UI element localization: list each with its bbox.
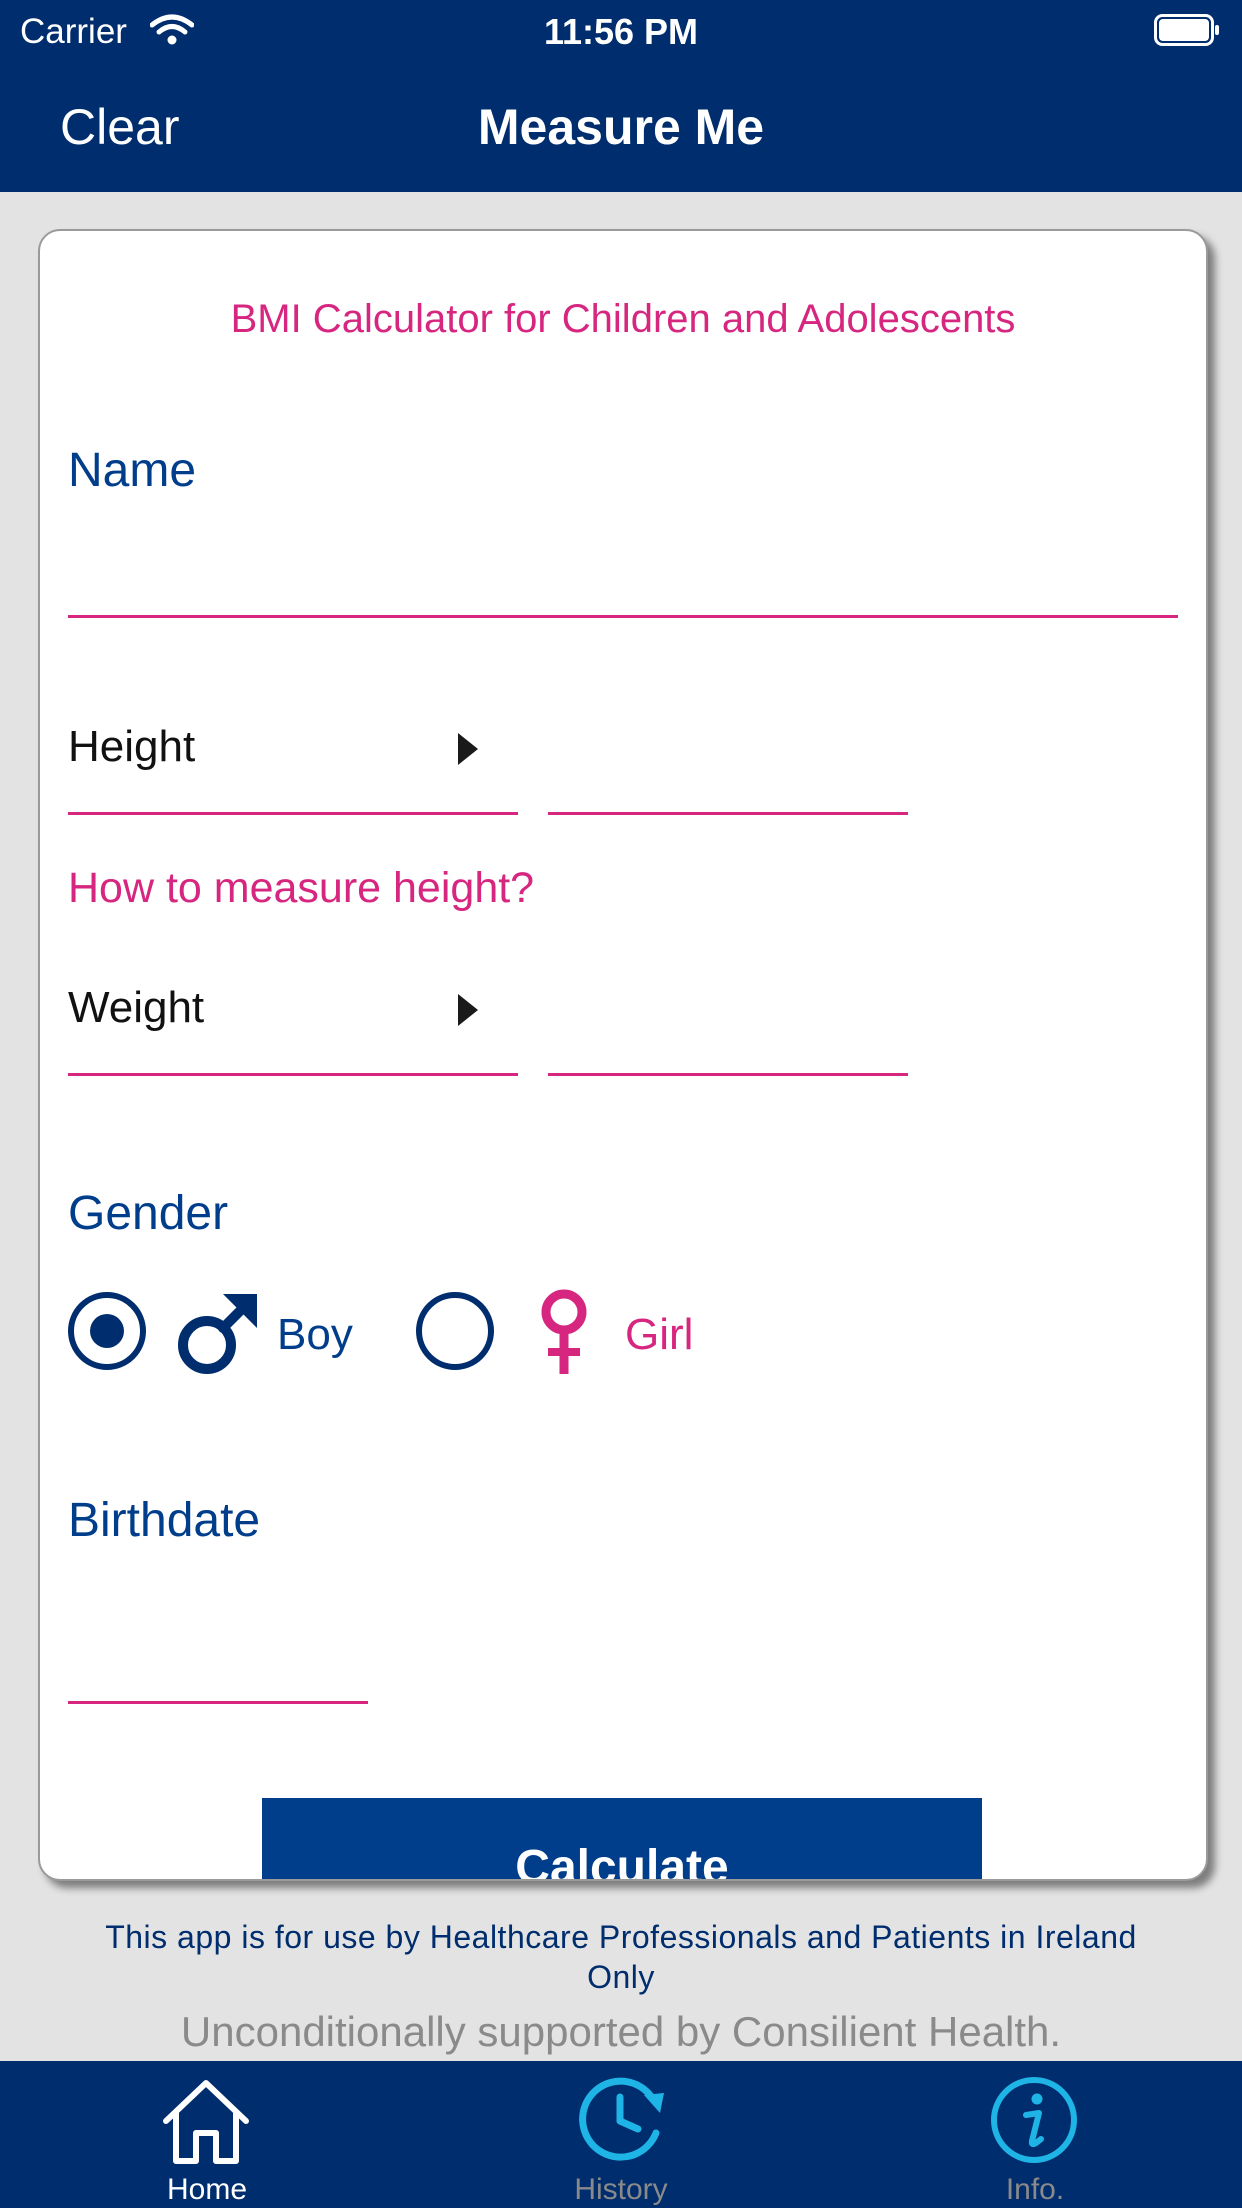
- tab-info-label: Info.: [1005, 2173, 1065, 2206]
- how-to-measure-height-link[interactable]: How to measure height?: [68, 864, 534, 913]
- weight-value-underline: [548, 1073, 908, 1076]
- tab-history-label: History: [574, 2173, 668, 2206]
- calculate-button[interactable]: Calculate: [262, 1798, 982, 1879]
- female-symbol-icon: [541, 1289, 587, 1374]
- tab-home[interactable]: Home: [0, 2061, 414, 2208]
- triangle-right-icon: [458, 733, 478, 765]
- weight-unit-picker[interactable]: Weight: [40, 972, 520, 1052]
- boy-radio[interactable]: [68, 1292, 146, 1370]
- height-value-input[interactable]: [548, 721, 912, 803]
- gender-label: Gender: [68, 1187, 229, 1240]
- sponsor-text: Unconditionally supported by Consilient …: [180, 2008, 1062, 2055]
- height-unit-picker[interactable]: Height: [40, 711, 520, 791]
- tab-history[interactable]: History: [414, 2061, 828, 2208]
- triangle-right-icon: [458, 994, 478, 1026]
- weight-unit-underline: [68, 1073, 518, 1076]
- radio-selected-dot: [90, 1314, 124, 1348]
- girl-label[interactable]: Girl: [625, 1310, 693, 1360]
- boy-label[interactable]: Boy: [277, 1310, 353, 1360]
- height-value-underline: [548, 812, 908, 815]
- birthdate-underline: [68, 1701, 368, 1704]
- tab-bar: Home History Info.: [0, 2061, 1242, 2208]
- home-icon: [163, 2080, 249, 2164]
- status-time: 11:56 PM: [543, 11, 699, 52]
- form-title: BMI Calculator for Children and Adolesce…: [230, 297, 1016, 341]
- weight-value-input[interactable]: [548, 982, 912, 1064]
- birthdate-label: Birthdate: [68, 1494, 261, 1547]
- name-label: Name: [68, 444, 197, 497]
- info-icon: [991, 2077, 1077, 2163]
- nav-bar: Clear Measure Me: [0, 62, 1242, 192]
- tab-info[interactable]: Info.: [828, 2061, 1242, 2208]
- page-title: Measure Me: [477, 99, 765, 155]
- name-input[interactable]: [68, 531, 1180, 613]
- girl-radio[interactable]: [416, 1292, 494, 1370]
- height-unit-underline: [68, 812, 518, 815]
- history-clock-icon: [579, 2077, 664, 2161]
- weight-unit-label: Weight: [68, 983, 205, 1032]
- name-underline: [68, 615, 1178, 618]
- birthdate-input[interactable]: [68, 1609, 370, 1691]
- bmi-form-card: BMI Calculator for Children and Adolesce…: [38, 229, 1208, 1881]
- height-unit-label: Height: [68, 722, 196, 771]
- male-symbol-icon: [178, 1294, 257, 1374]
- tab-home-label: Home: [166, 2173, 248, 2206]
- battery-icon: [1154, 14, 1219, 46]
- status-bar: Carrier 11:56 PM: [0, 0, 1242, 62]
- disclaimer-text: This app is for use by Healthcare Profes…: [105, 1919, 1137, 1995]
